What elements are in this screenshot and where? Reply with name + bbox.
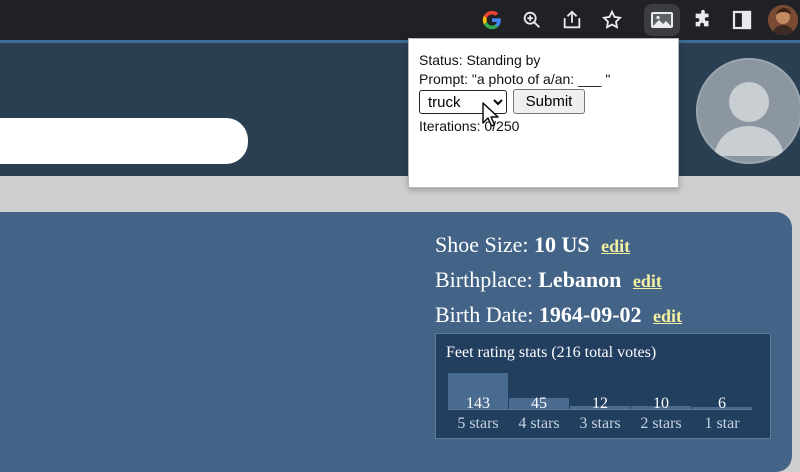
- rating-bar-label: 5 stars: [457, 415, 499, 432]
- birth-date-value: 1964-09-02: [538, 302, 642, 327]
- profile-avatar[interactable]: [768, 5, 798, 35]
- sidepanel-icon[interactable]: [728, 6, 756, 34]
- birthplace-row: Birthplace: Lebanon edit: [435, 267, 662, 293]
- rating-bar-count: 143: [466, 395, 490, 412]
- shoe-size-edit-link[interactable]: edit: [601, 236, 630, 256]
- bookmark-star-icon[interactable]: [598, 6, 626, 34]
- prompt-text: Prompt: "a photo of a/an: ___ ": [419, 71, 611, 87]
- birthplace-value: Lebanon: [538, 267, 622, 292]
- mouse-cursor-icon: [482, 102, 500, 133]
- iterations-text: Iterations: 0/250: [419, 118, 520, 134]
- birth-date-edit-link[interactable]: edit: [653, 306, 682, 326]
- rating-bar-label: 2 stars: [640, 415, 682, 432]
- rating-bar-count: 12: [592, 395, 608, 412]
- rating-bar-count: 10: [653, 395, 669, 412]
- feet-rating-stats: Feet rating stats (216 total votes) 143 5…: [435, 333, 771, 439]
- header-stripe: [0, 40, 800, 43]
- rating-bar-label: 4 stars: [518, 415, 560, 432]
- puzzle-icon[interactable]: [689, 6, 717, 34]
- shoe-size-value: 10 US: [534, 232, 590, 257]
- rating-bar-count: 45: [531, 395, 547, 412]
- status-text: Status: Standing by: [419, 52, 541, 68]
- google-icon[interactable]: [478, 6, 506, 34]
- search-input[interactable]: [0, 118, 248, 164]
- rating-bar-count: 6: [718, 395, 726, 412]
- share-icon[interactable]: [558, 6, 586, 34]
- zoom-icon[interactable]: [518, 6, 546, 34]
- rating-bar-label: 1 star: [704, 415, 740, 432]
- stats-title: Feet rating stats (216 total votes): [446, 344, 657, 361]
- person-silhouette-icon: [714, 82, 784, 156]
- birth-date-row: Birth Date: 1964-09-02 edit: [435, 302, 682, 328]
- browser-toolbar: [0, 0, 800, 40]
- shoe-size-row: Shoe Size: 10 US edit: [435, 232, 630, 258]
- user-avatar-placeholder[interactable]: [696, 58, 800, 164]
- extension-popup: Status: Standing by Prompt: "a photo of …: [408, 38, 679, 188]
- shoe-size-label: Shoe Size:: [435, 232, 529, 257]
- submit-button[interactable]: Submit: [513, 89, 585, 114]
- birthplace-edit-link[interactable]: edit: [633, 271, 662, 291]
- rating-bar-label: 3 stars: [579, 415, 621, 432]
- birth-date-label: Birth Date:: [435, 302, 534, 327]
- extension-icon[interactable]: [648, 6, 676, 34]
- birthplace-label: Birthplace:: [435, 267, 533, 292]
